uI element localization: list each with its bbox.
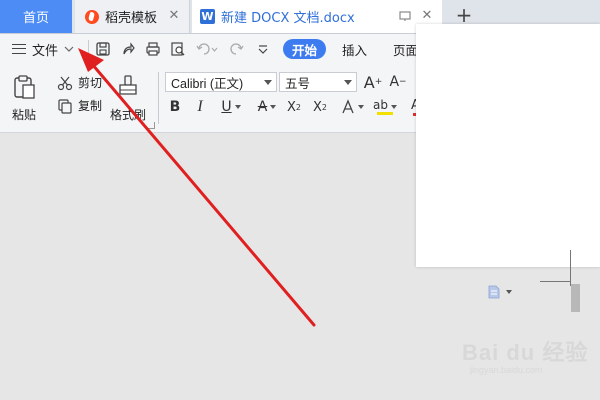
dropdown-arrow-icon bbox=[344, 80, 352, 85]
italic-icon[interactable]: I bbox=[192, 97, 208, 117]
cut-label: 剪切 bbox=[78, 76, 103, 90]
format-painter-icon bbox=[119, 75, 137, 95]
document-icon bbox=[488, 285, 500, 299]
tab-document-label: 新建 DOCX 文档.docx bbox=[221, 11, 355, 26]
undo-icon[interactable] bbox=[194, 40, 220, 58]
format-painter-button[interactable]: 格式刷 bbox=[110, 74, 146, 123]
tab-document[interactable]: W 新建 DOCX 文档.docx ✕ bbox=[192, 0, 442, 33]
save-icon[interactable] bbox=[94, 40, 112, 58]
divider bbox=[88, 40, 89, 58]
copy-icon bbox=[58, 98, 72, 114]
document-page[interactable] bbox=[416, 24, 600, 267]
paragraph-options-button[interactable] bbox=[488, 285, 512, 299]
page-margin-marker bbox=[540, 281, 571, 282]
hamburger-icon bbox=[12, 44, 26, 54]
decrease-font-size-icon[interactable]: A − bbox=[389, 72, 407, 92]
group-launcher-icon[interactable] bbox=[148, 122, 155, 129]
highlight-color-swatch bbox=[377, 112, 393, 115]
watermark-url: jingyan.baidu.com bbox=[470, 365, 543, 375]
subscript-icon[interactable]: X2 bbox=[311, 97, 329, 117]
highlight-color-icon[interactable]: ab bbox=[370, 97, 400, 117]
increase-font-size-icon[interactable]: A + bbox=[364, 72, 383, 92]
file-menu-label: 文件 bbox=[32, 43, 59, 59]
scrollbar-thumb[interactable] bbox=[571, 284, 580, 312]
font-name-select[interactable]: Calibri (正文) bbox=[165, 72, 277, 92]
tab-insert[interactable]: 插入 bbox=[342, 39, 367, 59]
bold-icon[interactable]: B bbox=[166, 97, 184, 117]
cut-button[interactable]: 剪切 bbox=[57, 74, 102, 91]
divider bbox=[158, 72, 159, 124]
scissors-icon bbox=[57, 76, 73, 90]
dropdown-arrow-icon bbox=[506, 290, 512, 294]
file-menu-button[interactable]: 文件 bbox=[12, 39, 74, 59]
copy-button[interactable]: 复制 bbox=[57, 97, 102, 114]
writer-logo-icon: W bbox=[200, 9, 215, 24]
font-size-select[interactable]: 五号 bbox=[279, 72, 357, 92]
print-preview-icon[interactable] bbox=[169, 40, 187, 58]
close-icon[interactable]: ✕ bbox=[420, 9, 434, 23]
paste-label: 粘贴 bbox=[12, 108, 37, 122]
dropdown-arrow-icon bbox=[264, 80, 272, 85]
paste-button[interactable]: 粘贴 bbox=[12, 74, 36, 123]
print-icon[interactable] bbox=[144, 40, 162, 58]
redo-icon[interactable] bbox=[228, 40, 246, 58]
tab-home[interactable]: 首页 bbox=[0, 0, 72, 33]
watermark-logo: Bai du 经验 bbox=[462, 340, 589, 365]
float-window-icon[interactable] bbox=[398, 9, 412, 23]
docer-logo-icon bbox=[85, 9, 99, 24]
tab-home-label: 首页 bbox=[22, 11, 49, 26]
underline-icon[interactable]: U bbox=[216, 97, 246, 117]
font-size-value: 五号 bbox=[285, 76, 311, 91]
chevron-down-icon bbox=[64, 46, 74, 52]
close-icon[interactable]: ✕ bbox=[167, 9, 181, 23]
format-painter-label: 格式刷 bbox=[110, 108, 147, 122]
tab-start[interactable]: 开始 bbox=[283, 39, 327, 59]
export-pdf-icon[interactable] bbox=[119, 40, 137, 58]
superscript-icon[interactable]: X2 bbox=[285, 97, 303, 117]
font-name-value: Calibri (正文) bbox=[171, 76, 244, 91]
copy-label: 复制 bbox=[78, 99, 103, 113]
customize-quick-access-icon[interactable] bbox=[254, 40, 272, 58]
strikethrough-icon[interactable]: A bbox=[252, 97, 282, 117]
tab-template-label: 稻壳模板 bbox=[105, 11, 158, 26]
paste-icon bbox=[14, 75, 35, 99]
text-effect-icon[interactable] bbox=[338, 97, 366, 117]
tab-template[interactable]: 稻壳模板 ✕ bbox=[75, 0, 190, 33]
